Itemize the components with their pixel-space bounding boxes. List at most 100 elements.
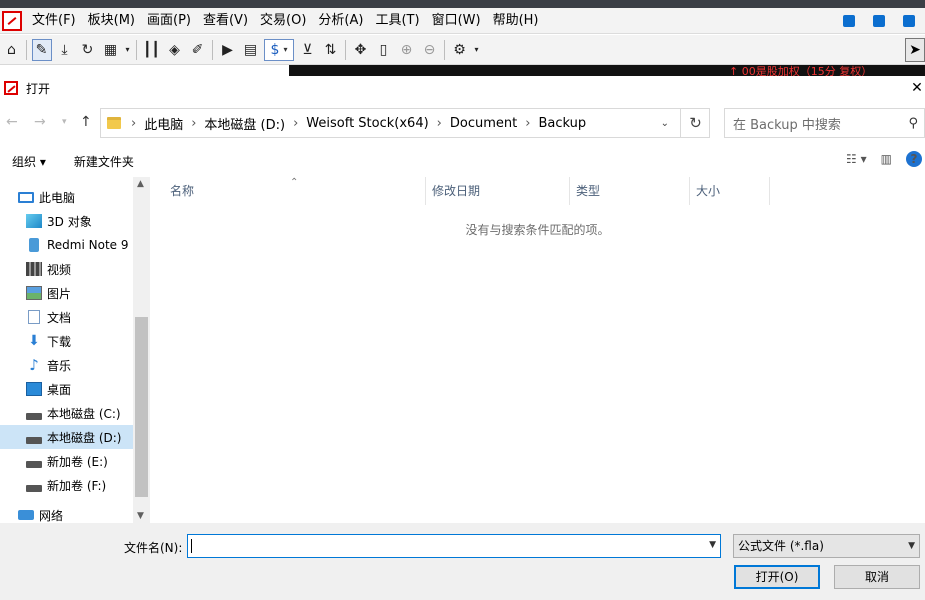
nav-label: 下载 <box>47 334 72 349</box>
address-row: ← → ▾ ↑ › 此电脑 › 本地磁盘 (D:) › Weisoft Stoc… <box>0 108 925 138</box>
menu-help[interactable]: 帮助(H) <box>487 8 545 34</box>
cursor-tool-icon[interactable]: ➤ <box>905 38 925 62</box>
edit-icon[interactable]: ✐ <box>188 39 208 61</box>
dollar-dropdown[interactable]: $ ▾ <box>264 38 294 61</box>
dollar-icon: $ <box>270 41 280 58</box>
help-icon[interactable]: ? <box>906 151 922 167</box>
close-app-icon[interactable] <box>903 14 915 27</box>
report-icon[interactable]: ▤ <box>241 39 261 61</box>
breadcrumb-weisoft[interactable]: Weisoft Stock(x64) <box>306 116 428 131</box>
address-bar[interactable]: › 此电脑 › 本地磁盘 (D:) › Weisoft Stock(x64) ›… <box>100 108 710 138</box>
menu-view[interactable]: 查看(V) <box>197 8 254 34</box>
scroll-down-icon[interactable]: ▼ <box>137 511 144 521</box>
file-list-header: 名称 ⌃ 修改日期 类型 大小 <box>150 177 925 205</box>
nav-label: 文档 <box>47 310 72 325</box>
menu-tools[interactable]: 工具(T) <box>369 8 425 34</box>
draw-pen-icon[interactable]: ✎ <box>31 38 52 61</box>
home-icon[interactable]: ⌂ <box>2 39 22 61</box>
breadcrumb-this-pc[interactable]: 此电脑 <box>144 114 183 133</box>
nav-music[interactable]: ♪ 音乐 <box>0 353 150 377</box>
nav-network[interactable]: 网络 <box>0 503 150 523</box>
maximize-icon[interactable] <box>873 14 885 27</box>
menu-sector[interactable]: 板块(M) <box>82 8 141 34</box>
filename-combobox[interactable]: ▼ <box>187 534 721 558</box>
chevron-down-icon: ▼ <box>908 541 915 551</box>
recent-chevron-down-icon[interactable]: ▾ <box>62 117 67 127</box>
toolbar-separator <box>136 39 137 60</box>
menu-view-pane[interactable]: 画面(P) <box>141 8 197 34</box>
grid-layout-icon[interactable]: ▦ <box>101 39 121 61</box>
sort-icon[interactable]: ⇅ <box>321 39 341 61</box>
preview-pane-icon[interactable]: ▥ <box>881 152 892 166</box>
filter-icon[interactable]: ⊻ <box>298 39 318 61</box>
menu-trade[interactable]: 交易(O) <box>254 8 312 34</box>
nav-downloads[interactable]: ⬇ 下载 <box>0 329 150 353</box>
chevron-right-icon[interactable]: › <box>437 116 442 131</box>
alert-diamond-icon[interactable]: ◈ <box>165 39 185 61</box>
nav-3d-objects[interactable]: 3D 对象 <box>0 209 150 233</box>
organize-button[interactable]: 组织 ▾ <box>12 153 46 170</box>
restore-icon[interactable] <box>843 14 855 27</box>
search-box[interactable]: 在 Backup 中搜索 ⚲ <box>724 108 925 138</box>
column-size[interactable]: 大小 <box>690 177 770 205</box>
chevron-down-icon[interactable]: ▾ <box>124 39 132 61</box>
download-icon[interactable]: ⤓ <box>55 39 75 61</box>
filetype-select[interactable]: 公式文件 (*.fla) ▼ <box>733 534 920 558</box>
nav-scrollbar[interactable]: ▲ ▼ <box>133 177 150 523</box>
filename-input[interactable] <box>188 535 688 557</box>
view-mode-icon[interactable]: ☷ ▾ <box>846 152 867 166</box>
drive-icon <box>26 484 42 492</box>
candlestick-icon[interactable]: ┃┃ <box>142 39 162 61</box>
chevron-down-icon[interactable]: ▾ <box>473 39 481 61</box>
nav-label: 音乐 <box>47 358 72 373</box>
scroll-up-icon[interactable]: ▲ <box>137 179 144 189</box>
forward-arrow-icon[interactable]: → <box>34 114 46 130</box>
chevron-right-icon[interactable]: › <box>525 116 530 131</box>
menu-window[interactable]: 窗口(W) <box>426 8 487 34</box>
chevron-down-icon[interactable]: ▼ <box>709 540 716 550</box>
column-name[interactable]: 名称 ⌃ <box>150 177 426 205</box>
new-folder-button[interactable]: 新建文件夹 <box>74 153 134 170</box>
refresh-data-icon[interactable]: ↻ <box>78 39 98 61</box>
back-arrow-icon[interactable]: ← <box>6 114 18 130</box>
scrollbar-thumb[interactable] <box>135 317 148 497</box>
ruler-icon[interactable]: ▯ <box>374 39 394 61</box>
nav-drive-f[interactable]: 新加卷 (F:) <box>0 473 150 497</box>
nav-this-pc[interactable]: 此电脑 <box>0 185 150 209</box>
chevron-right-icon[interactable]: › <box>131 116 136 131</box>
close-icon[interactable]: ✕ <box>909 79 925 97</box>
nav-drive-d[interactable]: 本地磁盘 (D:) <box>0 425 150 449</box>
settings-gear-icon[interactable]: ⚙ <box>450 39 470 61</box>
nav-label: 视频 <box>47 262 72 277</box>
search-icon[interactable]: ⚲ <box>908 116 918 131</box>
nav-videos[interactable]: 视频 <box>0 257 150 281</box>
breadcrumb-backup[interactable]: Backup <box>538 116 586 131</box>
chevron-right-icon[interactable]: › <box>293 116 298 131</box>
move-icon[interactable]: ✥ <box>351 39 371 61</box>
nav-pictures[interactable]: 图片 <box>0 281 150 305</box>
open-button[interactable]: 打开(O) <box>734 565 820 589</box>
nav-desktop[interactable]: 桌面 <box>0 377 150 401</box>
zoom-out-icon[interactable]: ⊖ <box>420 39 440 61</box>
column-type[interactable]: 类型 <box>570 177 690 205</box>
menu-file[interactable]: 文件(F) <box>26 8 82 34</box>
column-modified[interactable]: 修改日期 <box>426 177 570 205</box>
nav-drive-c[interactable]: 本地磁盘 (C:) <box>0 401 150 425</box>
address-history-chevron-icon[interactable]: ⌄ <box>661 118 669 129</box>
play-icon[interactable]: ▶ <box>218 39 238 61</box>
breadcrumb-drive-d[interactable]: 本地磁盘 (D:) <box>204 114 285 133</box>
nav-label: 桌面 <box>47 382 72 397</box>
nav-phone[interactable]: Redmi Note 9 <box>0 233 150 257</box>
menu-analysis[interactable]: 分析(A) <box>312 8 369 34</box>
chevron-right-icon[interactable]: › <box>191 116 196 131</box>
up-arrow-icon[interactable]: ↑ <box>80 114 92 130</box>
documents-icon <box>28 310 40 324</box>
breadcrumb-document[interactable]: Document <box>450 116 517 131</box>
refresh-icon[interactable]: ↻ <box>680 108 710 138</box>
zoom-in-icon[interactable]: ⊕ <box>397 39 417 61</box>
nav-documents[interactable]: 文档 <box>0 305 150 329</box>
cancel-button[interactable]: 取消 <box>834 565 920 589</box>
nav-drive-e[interactable]: 新加卷 (E:) <box>0 449 150 473</box>
navigation-pane: 此电脑 3D 对象 Redmi Note 9 视频 图片 文档 ⬇ 下载 ♪ 音乐 … <box>0 177 150 523</box>
desktop-icon <box>26 382 42 396</box>
